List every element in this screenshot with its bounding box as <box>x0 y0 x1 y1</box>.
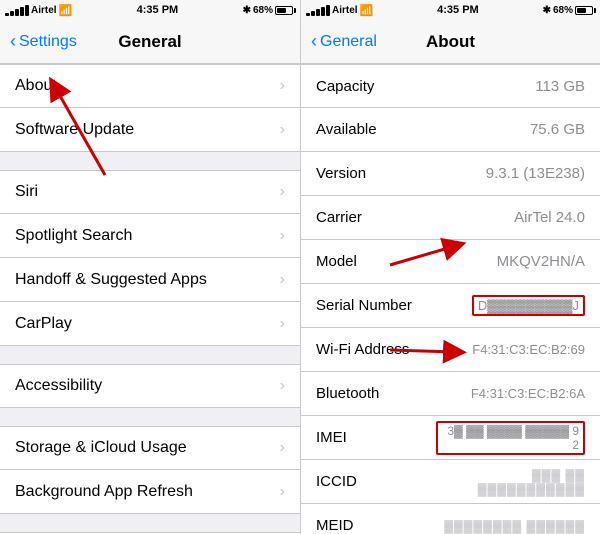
about-label-imei: IMEI <box>316 429 436 446</box>
right-carrier: Airtel <box>332 5 358 16</box>
about-value-iccid: ▓▓▓ ▓▓ ▓▓▓▓▓▓▓▓▓▓▓ <box>436 468 585 496</box>
about-value-wifi: F4:31:C3:EC:B2:69 <box>472 342 585 357</box>
chevron-icon-handoff: › <box>280 271 285 289</box>
item-label-carplay: CarPlay <box>15 315 280 333</box>
right-settings-list: Capacity 113 GB Available 75.6 GB Versio… <box>301 64 600 534</box>
about-label-meid: MEID <box>316 517 436 534</box>
about-value-version: 9.3.1 (13E238) <box>486 165 585 182</box>
about-value-meid: ▓▓▓▓▓▓▓▓ ▓▓▓▓▓▓ <box>444 519 585 533</box>
right-status-bar: Airtel 📶 4:35 PM ✱ 68% <box>300 0 600 20</box>
battery-icon <box>275 6 296 15</box>
right-time: 4:35 PM <box>437 4 479 16</box>
wifi-icon-right: 📶 <box>360 4 374 17</box>
settings-item-background-refresh[interactable]: Background App Refresh › <box>0 470 300 514</box>
about-item-model: Model MKQV2HN/A <box>301 240 600 284</box>
right-nav-bar: ‹ General About <box>301 20 600 64</box>
section-gap-2 <box>0 346 300 364</box>
left-settings-list: About › Software Update › Siri › Spotlig… <box>0 64 300 534</box>
left-carrier: Airtel <box>31 5 57 16</box>
battery-icon-right <box>575 6 596 15</box>
section-gap-3 <box>0 408 300 426</box>
settings-item-storage[interactable]: Storage & iCloud Usage › <box>0 426 300 470</box>
right-nav-title: About <box>426 32 475 52</box>
settings-item-siri[interactable]: Siri › <box>0 170 300 214</box>
about-item-wifi: Wi-Fi Address F4:31:C3:EC:B2:69 <box>301 328 600 372</box>
about-item-capacity: Capacity 113 GB <box>301 64 600 108</box>
item-label-siri: Siri <box>15 183 280 201</box>
about-label-iccid: ICCID <box>316 473 436 490</box>
chevron-icon-background-refresh: › <box>280 483 285 501</box>
left-time: 4:35 PM <box>137 4 179 16</box>
left-nav-bar: ‹ Settings General <box>0 20 300 64</box>
bluetooth-icon: ✱ <box>243 5 251 16</box>
item-label-about: About <box>15 77 280 95</box>
about-label-bluetooth: Bluetooth <box>316 385 436 402</box>
settings-item-carplay[interactable]: CarPlay › <box>0 302 300 346</box>
chevron-icon-spotlight: › <box>280 227 285 245</box>
chevron-icon-about: › <box>280 77 285 95</box>
right-back-button[interactable]: ‹ General <box>311 31 377 52</box>
right-back-label: General <box>320 33 377 51</box>
about-label-capacity: Capacity <box>316 78 436 95</box>
section-gap-4 <box>0 514 300 532</box>
about-value-serial: D▓▓▓▓▓▓▓▓▓J <box>472 295 585 316</box>
item-label-software-update: Software Update <box>15 121 280 139</box>
back-chevron-icon: ‹ <box>10 31 16 52</box>
chevron-icon-software-update: › <box>280 121 285 139</box>
about-label-model: Model <box>316 253 436 270</box>
signal-icon <box>5 5 29 16</box>
about-item-meid: MEID ▓▓▓▓▓▓▓▓ ▓▓▓▓▓▓ <box>301 504 600 534</box>
item-label-spotlight: Spotlight Search <box>15 227 280 245</box>
about-label-serial: Serial Number <box>316 297 436 314</box>
left-back-button[interactable]: ‹ Settings <box>10 31 77 52</box>
about-value-model: MKQV2HN/A <box>497 253 585 270</box>
item-label-background-refresh: Background App Refresh <box>15 483 280 501</box>
about-value-capacity: 113 GB <box>535 78 585 95</box>
chevron-icon-siri: › <box>280 183 285 201</box>
section-gap-1 <box>0 152 300 170</box>
item-label-handoff: Handoff & Suggested Apps <box>15 271 280 289</box>
about-item-carrier: Carrier AirTel 24.0 <box>301 196 600 240</box>
about-value-carrier: AirTel 24.0 <box>514 209 585 226</box>
settings-item-software-update[interactable]: Software Update › <box>0 108 300 152</box>
about-item-bluetooth: Bluetooth F4:31:C3:EC:B2:6A <box>301 372 600 416</box>
left-nav-title: General <box>118 32 181 52</box>
right-screen: ‹ General About Capacity 113 GB Availabl… <box>300 20 600 534</box>
item-label-accessibility: Accessibility <box>15 377 280 395</box>
left-battery-pct: 68% <box>253 5 273 16</box>
about-item-serial: Serial Number D▓▓▓▓▓▓▓▓▓J <box>301 284 600 328</box>
screens-container: ‹ Settings General About › Software Upda… <box>0 20 600 534</box>
left-screen: ‹ Settings General About › Software Upda… <box>0 20 300 534</box>
about-label-wifi: Wi-Fi Address <box>316 341 436 358</box>
left-back-label: Settings <box>19 33 77 51</box>
chevron-icon-accessibility: › <box>280 377 285 395</box>
right-battery-pct: 68% <box>553 5 573 16</box>
settings-item-about[interactable]: About › <box>0 64 300 108</box>
signal-icon-right <box>306 5 330 16</box>
settings-item-spotlight[interactable]: Spotlight Search › <box>0 214 300 258</box>
left-status-bar: Airtel 📶 4:35 PM ✱ 68% <box>0 0 300 20</box>
bluetooth-icon-right: ✱ <box>543 5 551 16</box>
about-item-available: Available 75.6 GB <box>301 108 600 152</box>
about-label-available: Available <box>316 121 436 138</box>
about-label-version: Version <box>316 165 436 182</box>
back-chevron-icon-right: ‹ <box>311 31 317 52</box>
about-label-carrier: Carrier <box>316 209 436 226</box>
chevron-icon-carplay: › <box>280 315 285 333</box>
about-item-iccid: ICCID ▓▓▓ ▓▓ ▓▓▓▓▓▓▓▓▓▓▓ <box>301 460 600 504</box>
item-label-storage: Storage & iCloud Usage <box>15 439 280 457</box>
settings-item-accessibility[interactable]: Accessibility › <box>0 364 300 408</box>
about-item-imei: IMEI 3▓ ▓▓ ▓▓▓▓ ▓▓▓▓▓ 9 2 <box>301 416 600 460</box>
about-value-imei: 3▓ ▓▓ ▓▓▓▓ ▓▓▓▓▓ 9 2 <box>436 421 585 455</box>
about-value-available: 75.6 GB <box>530 121 585 138</box>
settings-item-handoff[interactable]: Handoff & Suggested Apps › <box>0 258 300 302</box>
about-value-bluetooth: F4:31:C3:EC:B2:6A <box>471 386 585 401</box>
wifi-icon: 📶 <box>59 4 73 17</box>
status-bar-row: Airtel 📶 4:35 PM ✱ 68% Airtel 📶 <box>0 0 600 20</box>
chevron-icon-storage: › <box>280 439 285 457</box>
about-item-version: Version 9.3.1 (13E238) <box>301 152 600 196</box>
